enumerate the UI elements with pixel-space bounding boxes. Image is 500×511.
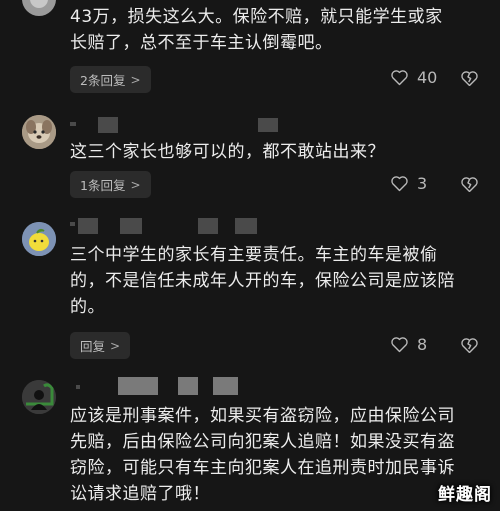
dislike-button[interactable] xyxy=(460,176,479,193)
username-redacted xyxy=(70,122,76,126)
username-redacted xyxy=(118,377,158,395)
chevron-right-icon: > xyxy=(130,72,141,87)
comment-item: 三个中学生的家长有主要责任。车主的车是被偷 的，不是信任未成年人开的车，保险公司… xyxy=(0,210,500,370)
comment-line: 这三个家长也够可以的，都不敢站出来？ xyxy=(70,142,385,162)
like-button[interactable]: 8 xyxy=(390,335,427,354)
username-redacted xyxy=(198,218,218,234)
username-redacted xyxy=(76,385,80,389)
comment-line: 43万，损失这么大。保险不赔，就只能学生或家 xyxy=(70,7,443,27)
username-redacted xyxy=(178,377,198,395)
username-redacted xyxy=(213,377,238,395)
avatar[interactable] xyxy=(22,222,56,256)
replies-label: 2条回复 xyxy=(80,73,126,88)
dislike-button[interactable] xyxy=(460,337,479,354)
comment-line: 的。 xyxy=(70,297,105,317)
watermark: 鲜趣阁 xyxy=(438,485,492,505)
broken-heart-icon xyxy=(460,337,479,354)
like-count: 3 xyxy=(417,174,428,193)
comment-text: 应该是刑事案件，如果买有盗窃险，应由保险公司 先赔，后由保险公司向犯案人追赔！如… xyxy=(70,403,495,507)
like-count: 8 xyxy=(417,335,428,354)
replies-button[interactable]: 1条回复 > xyxy=(70,171,151,198)
like-button[interactable]: 3 xyxy=(390,174,427,193)
comment-text: 43万，损失这么大。保险不赔，就只能学生或家 长赔了，总不至于车主认倒霉吧。 xyxy=(70,4,490,56)
username-redacted xyxy=(235,218,257,234)
username-redacted xyxy=(78,218,98,234)
broken-heart-icon xyxy=(460,176,479,193)
comment-text: 这三个家长也够可以的，都不敢站出来？ xyxy=(70,139,490,165)
comment-line: 窃险，可能只有车主向犯案人在追刑责时加民事诉 xyxy=(70,458,455,478)
avatar[interactable] xyxy=(22,380,56,414)
avatar[interactable] xyxy=(22,115,56,149)
heart-icon xyxy=(390,69,409,86)
avatar-default-icon xyxy=(22,380,56,414)
comment-line: 的，不是信任未成年人开的车，保险公司是应该陪 xyxy=(70,271,455,291)
avatar-dog-icon xyxy=(22,115,56,149)
heart-icon xyxy=(390,175,409,192)
dislike-button[interactable] xyxy=(460,70,479,87)
like-count: 40 xyxy=(417,68,438,87)
username-redacted xyxy=(70,222,75,226)
chevron-right-icon: > xyxy=(110,338,121,353)
comment-text: 三个中学生的家长有主要责任。车主的车是被偷 的，不是信任未成年人开的车，保险公司… xyxy=(70,242,495,320)
username-redacted xyxy=(258,118,278,132)
comment-line: 长赔了，总不至于车主认倒霉吧。 xyxy=(70,33,333,53)
broken-heart-icon xyxy=(460,70,479,87)
comment-item: 这三个家长也够可以的，都不敢站出来？ 1条回复 > 3 xyxy=(0,105,500,205)
replies-label: 1条回复 xyxy=(80,178,126,193)
comment-line: 应该是刑事案件，如果买有盗窃险，应由保险公司 xyxy=(70,406,455,426)
heart-icon xyxy=(390,336,409,353)
replies-button[interactable]: 2条回复 > xyxy=(70,66,151,93)
comment-line: 三个中学生的家长有主要责任。车主的车是被偷 xyxy=(70,245,438,265)
avatar-lemon-icon xyxy=(22,222,56,256)
avatar-gray-icon xyxy=(30,0,48,8)
like-button[interactable]: 40 xyxy=(390,68,437,87)
chevron-right-icon: > xyxy=(130,177,141,192)
username-redacted xyxy=(98,117,118,133)
reply-label: 回复 xyxy=(80,339,106,354)
comment-line: 先赔，后由保险公司向犯案人追赔！如果没买有盗 xyxy=(70,432,455,452)
comment-item: 应该是刑事案件，如果买有盗窃险，应由保险公司 先赔，后由保险公司向犯案人追赔！如… xyxy=(0,375,500,511)
avatar[interactable] xyxy=(22,0,56,16)
username-redacted xyxy=(120,218,142,234)
comment-line: 讼请求追赔了哦！ xyxy=(70,484,210,504)
comment-item: 43万，损失这么大。保险不赔，就只能学生或家 长赔了，总不至于车主认倒霉吧。 2… xyxy=(0,0,500,100)
reply-button[interactable]: 回复 > xyxy=(70,332,131,359)
